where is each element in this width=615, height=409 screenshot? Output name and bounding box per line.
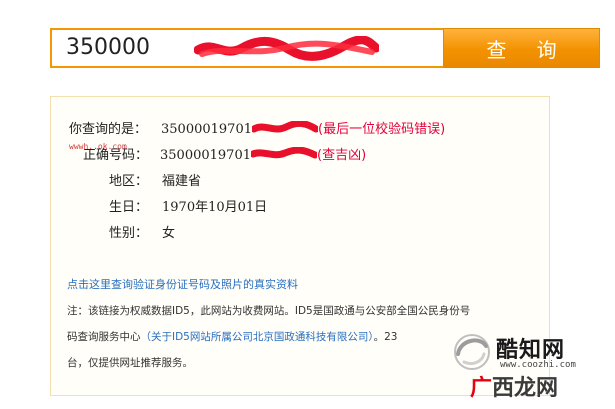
correct-redaction (251, 147, 317, 159)
verify-id-photo-link[interactable]: 点击这里查询验证身份证号码及照片的真实资料 (67, 276, 298, 292)
region-value: 福建省 (162, 174, 202, 189)
queried-row: 你查询的是： 35000019701 (最后一位校验码错误) (69, 120, 445, 140)
note-line-1: 注：该链接为权威数据ID5，此网站为收费网站。ID5是国政通与公安部全国公民身份… (67, 305, 471, 317)
logo-subtitle: 广西龙网 (470, 370, 558, 402)
correct-row: 正确号码： 35000019701 (查吉凶) (83, 146, 366, 166)
logo-swirl-icon (454, 334, 490, 370)
search-button[interactable]: 查 询 (443, 28, 600, 68)
fortune-link[interactable]: (查吉凶) (317, 148, 366, 163)
note-line-2-prefix: 码查询服务中心 (67, 331, 141, 343)
birthday-row: 生日： 1970年10月01日 (109, 198, 267, 218)
redaction-scribble (194, 36, 379, 61)
id5-company-link[interactable]: （关于ID5网站所属公司北京国政通科技有限公司） (141, 331, 374, 343)
queried-value: 35000019701 (161, 122, 252, 137)
logo-url: www.coozhi.com (500, 360, 576, 370)
search-bar: 查 询 (50, 28, 600, 68)
birthday-value: 1970年10月01日 (162, 200, 268, 215)
logo-subtitle-red: 广 (470, 376, 493, 401)
queried-redaction (252, 121, 318, 133)
checksum-error-note: (最后一位校验码错误) (318, 122, 446, 137)
correct-label: 正确号码： (83, 148, 149, 163)
queried-label: 你查询的是： (69, 122, 148, 137)
birthday-label: 生日： (109, 200, 149, 215)
note-line-2-suffix: 。23 (373, 331, 398, 343)
gender-row: 性别： 女 (109, 224, 175, 244)
region-row: 地区： 福建省 (109, 172, 201, 192)
region-label: 地区： (109, 174, 149, 189)
logo-subtitle-rest: 西龙网 (492, 376, 559, 401)
site-watermark-logo: 酷知网 www.coozhi.com 广西龙网 (450, 330, 610, 402)
gender-label: 性别： (109, 226, 149, 241)
correct-value: 35000019701 (160, 148, 251, 163)
gender-value: 女 (162, 226, 176, 241)
